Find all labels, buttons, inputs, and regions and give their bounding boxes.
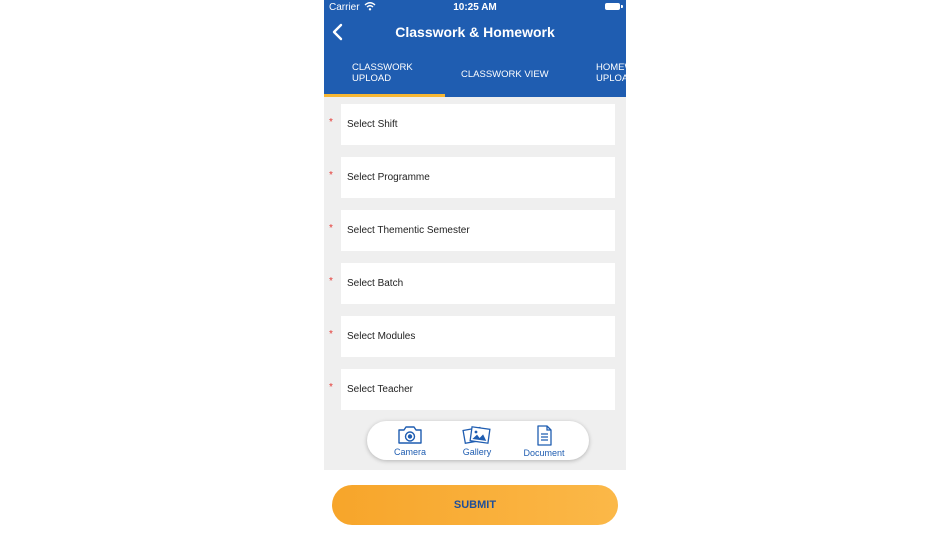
field-programme: * Select Programme bbox=[324, 157, 626, 198]
required-marker: * bbox=[329, 223, 333, 234]
tab-homework-upload[interactable]: HOMEW UPLOA bbox=[595, 52, 626, 97]
app-header: Carrier 10:25 AM Classwork & Homework CL… bbox=[324, 0, 626, 97]
document-button[interactable]: Document bbox=[518, 424, 570, 458]
tab-label-line1: CLASSWORK bbox=[352, 62, 413, 73]
status-time: 10:25 AM bbox=[453, 2, 497, 13]
tab-label-line1: CLASSWORK VIEW bbox=[461, 69, 549, 80]
gallery-label: Gallery bbox=[462, 447, 492, 457]
field-semester: * Select Thementic Semester bbox=[324, 210, 626, 251]
document-icon bbox=[537, 425, 552, 446]
app-screen: Carrier 10:25 AM Classwork & Homework CL… bbox=[324, 0, 626, 534]
field-teacher: * Select Teacher bbox=[324, 369, 626, 410]
tab-label-line2: UPLOA bbox=[596, 73, 626, 84]
programme-select[interactable]: Select Programme bbox=[341, 157, 615, 198]
required-marker: * bbox=[329, 170, 333, 181]
document-label: Document bbox=[523, 448, 565, 458]
tab-label-line1: HOMEW bbox=[596, 62, 626, 73]
required-marker: * bbox=[329, 276, 333, 287]
field-batch: * Select Batch bbox=[324, 263, 626, 304]
tab-classwork-view[interactable]: CLASSWORK VIEW bbox=[445, 52, 565, 97]
required-marker: * bbox=[329, 382, 333, 393]
submit-button[interactable]: SUBMIT bbox=[332, 485, 618, 525]
navigation-bar: Classwork & Homework bbox=[324, 14, 626, 50]
batch-select[interactable]: Select Batch bbox=[341, 263, 615, 304]
teacher-select[interactable]: Select Teacher bbox=[341, 369, 615, 410]
required-marker: * bbox=[329, 329, 333, 340]
status-bar: Carrier 10:25 AM bbox=[324, 0, 626, 14]
gallery-button[interactable]: Gallery bbox=[451, 424, 503, 457]
footer-bar: SUBMIT bbox=[324, 470, 626, 534]
shift-select[interactable]: Select Shift bbox=[341, 104, 615, 145]
tab-label-line2: UPLOAD bbox=[352, 73, 392, 84]
field-shift: * Select Shift bbox=[324, 104, 626, 145]
camera-label: Camera bbox=[393, 447, 426, 457]
page-title: Classwork & Homework bbox=[395, 24, 555, 40]
field-modules: * Select Modules bbox=[324, 316, 626, 357]
camera-button[interactable]: Camera bbox=[384, 424, 436, 457]
attachment-bar: Camera Gallery Document bbox=[367, 421, 589, 460]
required-marker: * bbox=[329, 117, 333, 128]
semester-select[interactable]: Select Thementic Semester bbox=[341, 210, 615, 251]
modules-select[interactable]: Select Modules bbox=[341, 316, 615, 357]
camera-icon bbox=[398, 426, 422, 444]
tab-bar: CLASSWORK UPLOAD CLASSWORK VIEW HOMEW UP… bbox=[324, 52, 626, 97]
battery-icon bbox=[605, 3, 623, 10]
tab-classwork-upload[interactable]: CLASSWORK UPLOAD bbox=[324, 52, 445, 97]
gallery-icon bbox=[462, 426, 491, 445]
